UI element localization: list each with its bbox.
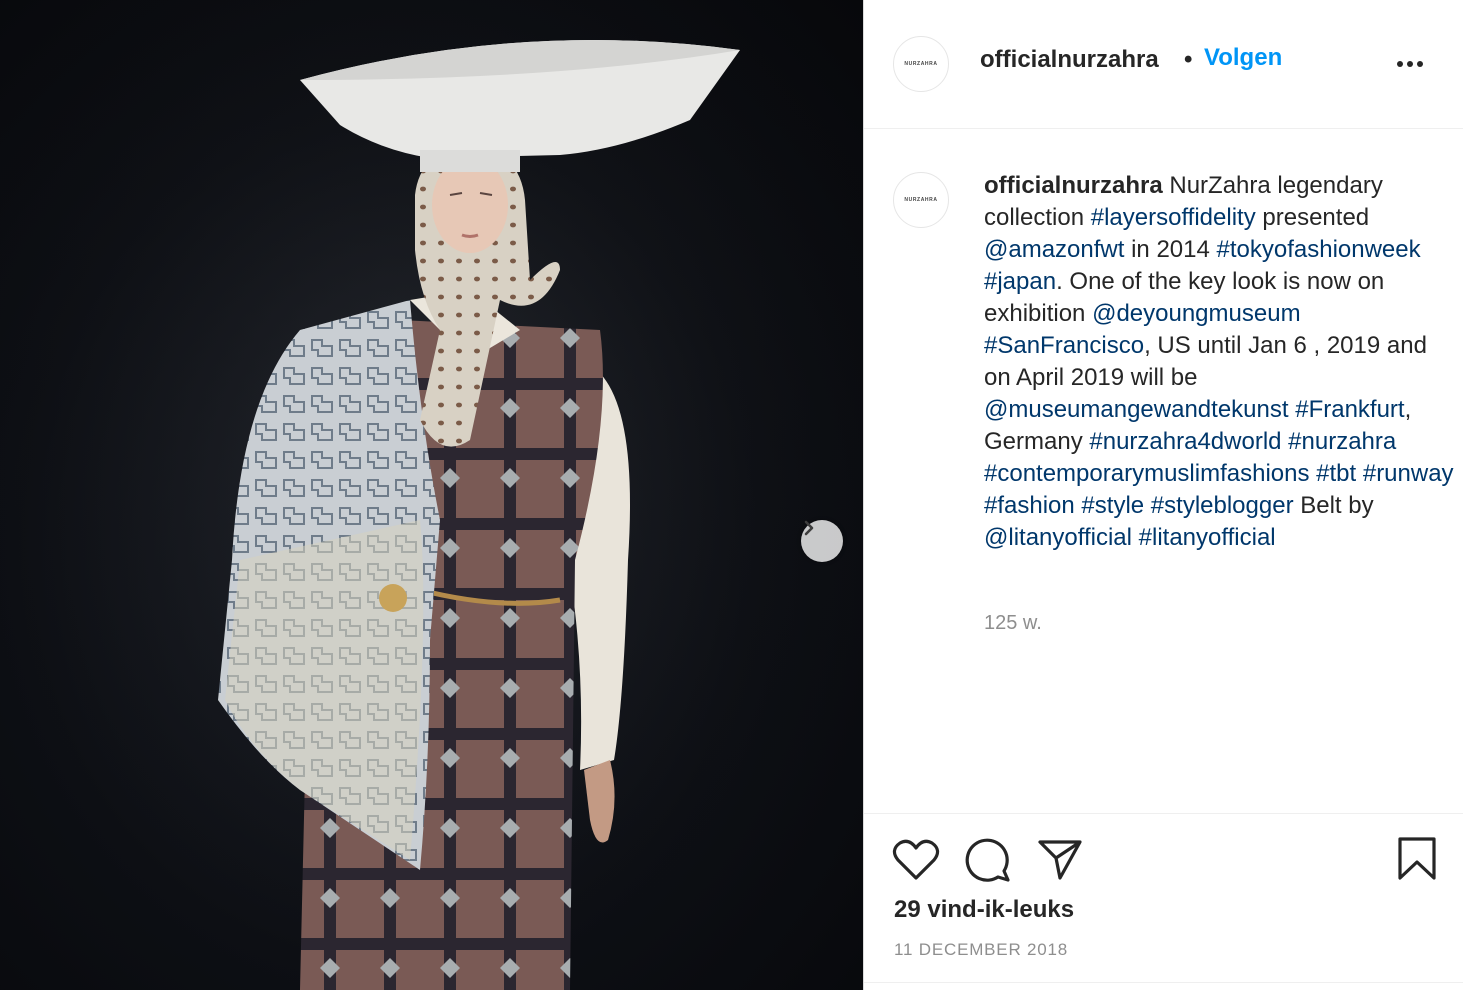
- heart-icon[interactable]: [892, 838, 940, 882]
- caption-text: Belt by: [1293, 492, 1374, 519]
- post-age[interactable]: 125 w.: [984, 612, 1042, 635]
- hashtag-link[interactable]: #Frankfurt: [1295, 396, 1404, 423]
- avatar-logo-text: NURZAHRA: [904, 197, 938, 203]
- caption-text: [1356, 460, 1363, 487]
- carousel-next-button[interactable]: [801, 520, 843, 562]
- hashtag-link[interactable]: #tbt: [1316, 460, 1356, 487]
- hashtag-link[interactable]: #styleblogger: [1151, 492, 1294, 519]
- hashtag-link[interactable]: #style: [1081, 492, 1144, 519]
- like-count[interactable]: 29 vind-ik-leuks: [894, 896, 1074, 924]
- caption-text: in 2014: [1124, 236, 1217, 263]
- mention-link[interactable]: @litanyofficial: [984, 524, 1132, 551]
- hashtag-link[interactable]: #japan: [984, 268, 1056, 295]
- hashtag-link[interactable]: #tokyofashionweek: [1217, 236, 1421, 263]
- divider: [864, 982, 1463, 983]
- action-bar: 29 vind-ik-leuks 11 DECEMBER 2018: [864, 813, 1463, 990]
- hashtag-link[interactable]: #nurzahra4dworld: [1089, 428, 1281, 455]
- hashtag-link[interactable]: #SanFrancisco: [984, 332, 1144, 359]
- comment-icon[interactable]: [964, 837, 1012, 883]
- mention-link[interactable]: @deyoungmuseum: [1092, 300, 1300, 327]
- caption-avatar[interactable]: NURZAHRA: [893, 172, 949, 228]
- caption-text: presented: [1255, 204, 1370, 231]
- caption-body: NurZahra legendary collection #layersoff…: [984, 172, 1454, 551]
- caption-text: [1132, 524, 1139, 551]
- mention-link[interactable]: @museumangewandtekunst: [984, 396, 1289, 423]
- share-icon[interactable]: [1036, 838, 1084, 882]
- header-username[interactable]: officialnurzahra: [980, 46, 1159, 74]
- bookmark-icon[interactable]: [1396, 836, 1438, 882]
- instagram-post: NURZAHRA officialnurzahra • Volgen NURZA…: [0, 0, 1463, 990]
- avatar[interactable]: NURZAHRA: [893, 36, 949, 92]
- hashtag-link[interactable]: #contemporarymuslimfashions: [984, 460, 1309, 487]
- hashtag-link[interactable]: #fashion: [984, 492, 1075, 519]
- hashtag-link[interactable]: #runway: [1363, 460, 1454, 487]
- more-dots-icon[interactable]: [1392, 46, 1428, 82]
- post-header: NURZAHRA officialnurzahra • Volgen: [864, 0, 1463, 129]
- separator-dot: •: [1184, 46, 1193, 73]
- hashtag-link[interactable]: #layersoffidelity: [1091, 204, 1256, 231]
- hashtag-link[interactable]: #nurzahra: [1288, 428, 1396, 455]
- post-side-panel: NURZAHRA officialnurzahra • Volgen NURZA…: [863, 0, 1463, 990]
- post-caption: officialnurzahra NurZahra legendary coll…: [984, 170, 1454, 554]
- mention-link[interactable]: @amazonfwt: [984, 236, 1124, 263]
- avatar-logo-text: NURZAHRA: [904, 61, 938, 67]
- runway-model-illustration: [0, 0, 863, 990]
- caption-username[interactable]: officialnurzahra: [984, 172, 1163, 199]
- follow-button[interactable]: Volgen: [1204, 44, 1282, 72]
- post-date[interactable]: 11 DECEMBER 2018: [894, 940, 1068, 960]
- post-photo[interactable]: [0, 0, 863, 990]
- chevron-right-icon: [804, 520, 814, 536]
- caption-text: [1144, 492, 1151, 519]
- hashtag-link[interactable]: #litanyofficial: [1139, 524, 1276, 551]
